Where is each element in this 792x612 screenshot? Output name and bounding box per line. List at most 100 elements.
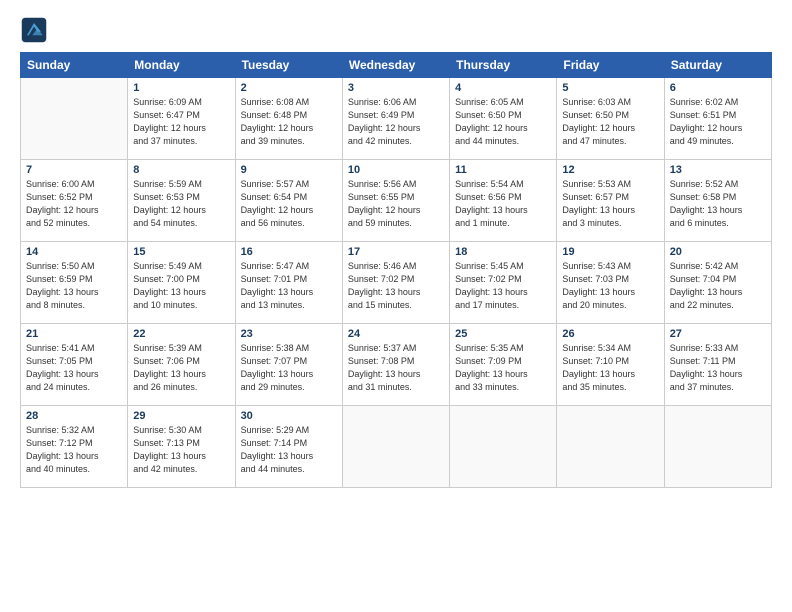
day-info: Sunrise: 5:35 AMSunset: 7:09 PMDaylight:… — [455, 342, 551, 394]
calendar-day-cell: 7 Sunrise: 6:00 AMSunset: 6:52 PMDaylight… — [21, 160, 128, 242]
day-info: Sunrise: 6:02 AMSunset: 6:51 PMDaylight:… — [670, 96, 766, 148]
calendar-day-cell: 10 Sunrise: 5:56 AMSunset: 6:55 PMDayligh… — [342, 160, 449, 242]
weekday-header-cell: Monday — [128, 53, 235, 78]
day-info: Sunrise: 6:06 AMSunset: 6:49 PMDaylight:… — [348, 96, 444, 148]
day-number: 19 — [562, 246, 658, 258]
calendar-day-cell: 16 Sunrise: 5:47 AMSunset: 7:01 PMDayligh… — [235, 242, 342, 324]
calendar-day-cell: 23 Sunrise: 5:38 AMSunset: 7:07 PMDayligh… — [235, 324, 342, 406]
calendar-day-cell: 9 Sunrise: 5:57 AMSunset: 6:54 PMDaylight… — [235, 160, 342, 242]
day-info: Sunrise: 5:33 AMSunset: 7:11 PMDaylight:… — [670, 342, 766, 394]
day-info: Sunrise: 5:32 AMSunset: 7:12 PMDaylight:… — [26, 424, 122, 476]
day-info: Sunrise: 5:49 AMSunset: 7:00 PMDaylight:… — [133, 260, 229, 312]
weekday-header-row: SundayMondayTuesdayWednesdayThursdayFrid… — [21, 53, 772, 78]
day-number: 28 — [26, 410, 122, 422]
calendar-week-row: 14 Sunrise: 5:50 AMSunset: 6:59 PMDayligh… — [21, 242, 772, 324]
day-number: 25 — [455, 328, 551, 340]
day-info: Sunrise: 5:54 AMSunset: 6:56 PMDaylight:… — [455, 178, 551, 230]
calendar-day-cell — [450, 406, 557, 488]
day-info: Sunrise: 5:34 AMSunset: 7:10 PMDaylight:… — [562, 342, 658, 394]
day-number: 26 — [562, 328, 658, 340]
day-info: Sunrise: 5:30 AMSunset: 7:13 PMDaylight:… — [133, 424, 229, 476]
calendar-day-cell: 20 Sunrise: 5:42 AMSunset: 7:04 PMDayligh… — [664, 242, 771, 324]
day-info: Sunrise: 5:50 AMSunset: 6:59 PMDaylight:… — [26, 260, 122, 312]
day-number: 15 — [133, 246, 229, 258]
calendar-table: SundayMondayTuesdayWednesdayThursdayFrid… — [20, 52, 772, 488]
calendar-day-cell: 25 Sunrise: 5:35 AMSunset: 7:09 PMDayligh… — [450, 324, 557, 406]
calendar-day-cell: 13Sunrise: 5:52 AMSunset: 6:58 PMDayligh… — [664, 160, 771, 242]
day-info: Sunrise: 5:56 AMSunset: 6:55 PMDaylight:… — [348, 178, 444, 230]
calendar-day-cell: 11 Sunrise: 5:54 AMSunset: 6:56 PMDayligh… — [450, 160, 557, 242]
day-info: Sunrise: 5:47 AMSunset: 7:01 PMDaylight:… — [241, 260, 337, 312]
day-number: 30 — [241, 410, 337, 422]
calendar-day-cell: 5 Sunrise: 6:03 AMSunset: 6:50 PMDaylight… — [557, 78, 664, 160]
calendar-day-cell: 15 Sunrise: 5:49 AMSunset: 7:00 PMDayligh… — [128, 242, 235, 324]
calendar-day-cell: 24Sunrise: 5:37 AMSunset: 7:08 PMDayligh… — [342, 324, 449, 406]
day-number: 3 — [348, 82, 444, 94]
calendar-day-cell: 8Sunrise: 5:59 AMSunset: 6:53 PMDaylight… — [128, 160, 235, 242]
weekday-header-cell: Thursday — [450, 53, 557, 78]
day-number: 10 — [348, 164, 444, 176]
day-number: 16 — [241, 246, 337, 258]
calendar-day-cell: 2Sunrise: 6:08 AMSunset: 6:48 PMDaylight… — [235, 78, 342, 160]
calendar-body: 1 Sunrise: 6:09 AMSunset: 6:47 PMDaylight… — [21, 78, 772, 488]
day-info: Sunrise: 5:41 AMSunset: 7:05 PMDaylight:… — [26, 342, 122, 394]
day-info: Sunrise: 6:03 AMSunset: 6:50 PMDaylight:… — [562, 96, 658, 148]
day-info: Sunrise: 5:57 AMSunset: 6:54 PMDaylight:… — [241, 178, 337, 230]
day-number: 1 — [133, 82, 229, 94]
weekday-header-cell: Wednesday — [342, 53, 449, 78]
calendar-day-cell: 17 Sunrise: 5:46 AMSunset: 7:02 PMDayligh… — [342, 242, 449, 324]
day-number: 7 — [26, 164, 122, 176]
logo — [20, 16, 52, 44]
day-info: Sunrise: 5:46 AMSunset: 7:02 PMDaylight:… — [348, 260, 444, 312]
calendar-day-cell: 4Sunrise: 6:05 AMSunset: 6:50 PMDaylight… — [450, 78, 557, 160]
day-info: Sunrise: 6:00 AMSunset: 6:52 PMDaylight:… — [26, 178, 122, 230]
day-info: Sunrise: 5:53 AMSunset: 6:57 PMDaylight:… — [562, 178, 658, 230]
calendar-day-cell: 18 Sunrise: 5:45 AMSunset: 7:02 PMDayligh… — [450, 242, 557, 324]
logo-icon — [20, 16, 48, 44]
day-info: Sunrise: 6:08 AMSunset: 6:48 PMDaylight:… — [241, 96, 337, 148]
calendar-day-cell: 19 Sunrise: 5:43 AMSunset: 7:03 PMDayligh… — [557, 242, 664, 324]
calendar-week-row: 21Sunrise: 5:41 AMSunset: 7:05 PMDayligh… — [21, 324, 772, 406]
calendar-day-cell — [21, 78, 128, 160]
calendar-day-cell: 30 Sunrise: 5:29 AMSunset: 7:14 PMDayligh… — [235, 406, 342, 488]
calendar-day-cell: 1 Sunrise: 6:09 AMSunset: 6:47 PMDaylight… — [128, 78, 235, 160]
day-number: 27 — [670, 328, 766, 340]
calendar-day-cell: 21Sunrise: 5:41 AMSunset: 7:05 PMDayligh… — [21, 324, 128, 406]
calendar-day-cell: 22 Sunrise: 5:39 AMSunset: 7:06 PMDayligh… — [128, 324, 235, 406]
calendar-day-cell: 6 Sunrise: 6:02 AMSunset: 6:51 PMDaylight… — [664, 78, 771, 160]
weekday-header-cell: Saturday — [664, 53, 771, 78]
calendar-day-cell — [342, 406, 449, 488]
day-number: 11 — [455, 164, 551, 176]
calendar-day-cell — [664, 406, 771, 488]
day-number: 22 — [133, 328, 229, 340]
day-info: Sunrise: 6:05 AMSunset: 6:50 PMDaylight:… — [455, 96, 551, 148]
day-number: 13 — [670, 164, 766, 176]
day-number: 12 — [562, 164, 658, 176]
day-number: 9 — [241, 164, 337, 176]
day-number: 8 — [133, 164, 229, 176]
day-info: Sunrise: 5:43 AMSunset: 7:03 PMDaylight:… — [562, 260, 658, 312]
day-info: Sunrise: 6:09 AMSunset: 6:47 PMDaylight:… — [133, 96, 229, 148]
calendar-day-cell: 3 Sunrise: 6:06 AMSunset: 6:49 PMDaylight… — [342, 78, 449, 160]
calendar-day-cell: 14 Sunrise: 5:50 AMSunset: 6:59 PMDayligh… — [21, 242, 128, 324]
day-number: 20 — [670, 246, 766, 258]
header — [20, 16, 772, 44]
day-info: Sunrise: 5:42 AMSunset: 7:04 PMDaylight:… — [670, 260, 766, 312]
calendar-day-cell: 29Sunrise: 5:30 AMSunset: 7:13 PMDayligh… — [128, 406, 235, 488]
calendar-week-row: 28 Sunrise: 5:32 AMSunset: 7:12 PMDayligh… — [21, 406, 772, 488]
day-number: 14 — [26, 246, 122, 258]
calendar-day-cell: 28 Sunrise: 5:32 AMSunset: 7:12 PMDayligh… — [21, 406, 128, 488]
weekday-header-cell: Friday — [557, 53, 664, 78]
day-number: 5 — [562, 82, 658, 94]
day-info: Sunrise: 5:39 AMSunset: 7:06 PMDaylight:… — [133, 342, 229, 394]
weekday-header-cell: Sunday — [21, 53, 128, 78]
day-number: 6 — [670, 82, 766, 94]
day-info: Sunrise: 5:45 AMSunset: 7:02 PMDaylight:… — [455, 260, 551, 312]
day-number: 18 — [455, 246, 551, 258]
day-number: 23 — [241, 328, 337, 340]
day-number: 17 — [348, 246, 444, 258]
calendar-day-cell: 27 Sunrise: 5:33 AMSunset: 7:11 PMDayligh… — [664, 324, 771, 406]
calendar-week-row: 1 Sunrise: 6:09 AMSunset: 6:47 PMDaylight… — [21, 78, 772, 160]
day-info: Sunrise: 5:29 AMSunset: 7:14 PMDaylight:… — [241, 424, 337, 476]
day-info: Sunrise: 5:38 AMSunset: 7:07 PMDaylight:… — [241, 342, 337, 394]
